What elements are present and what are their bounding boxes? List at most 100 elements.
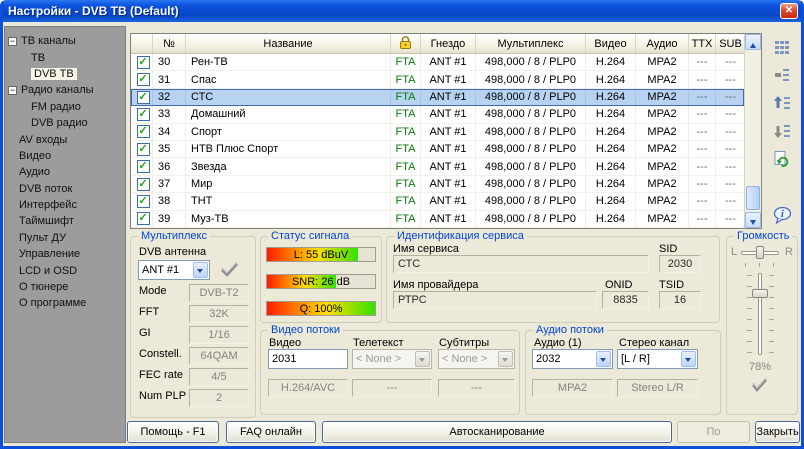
table-row[interactable]: ✓31СпасFTAANT #1498,000 / 8 / PLP0H.264M… <box>131 71 744 88</box>
channel-checkbox[interactable]: ✓ <box>137 160 150 173</box>
antenna-combobox[interactable]: ANT #1 <box>138 260 210 280</box>
audio-pid-combobox[interactable]: 2032 <box>532 349 613 369</box>
channel-list-icon[interactable] <box>771 36 793 58</box>
title-bar[interactable]: Настройки - DVB ТВ (Default) ✕ <box>0 0 804 22</box>
stereo-combobox[interactable]: [L / R] <box>617 349 698 369</box>
balance-slider-thumb[interactable] <box>756 246 764 259</box>
sidebar-item-label: Радио каналы <box>21 84 94 96</box>
column-header-mux[interactable]: Мультиплекс <box>476 34 586 53</box>
autoscan-button[interactable]: Автосканирование <box>322 421 672 443</box>
table-row[interactable]: ✓34СпортFTAANT #1498,000 / 8 / PLP0H.264… <box>131 124 744 141</box>
volume-apply-check-icon[interactable] <box>750 377 770 396</box>
antenna-apply-check-icon[interactable] <box>219 261 241 281</box>
sidebar-item[interactable]: FM радио <box>5 99 125 115</box>
cell-fta: FTA <box>391 211 421 227</box>
column-header-check[interactable] <box>131 34 153 53</box>
tree-expander-icon[interactable]: − <box>8 37 17 46</box>
sidebar-item[interactable]: Интерфейс <box>5 197 125 213</box>
close-button[interactable]: Закрыть <box>755 421 800 443</box>
column-header-video[interactable]: Видео <box>586 34 636 53</box>
channel-checkbox[interactable]: ✓ <box>137 212 150 225</box>
channel-checkbox[interactable]: ✓ <box>137 178 150 191</box>
cell-fta: FTA <box>391 54 421 70</box>
scroll-thumb[interactable] <box>746 186 760 210</box>
channel-checkbox[interactable]: ✓ <box>137 56 150 69</box>
column-header-name[interactable]: Название <box>186 34 391 53</box>
table-row[interactable]: ✓33ДомашнийFTAANT #1498,000 / 8 / PLP0H.… <box>131 106 744 123</box>
sidebar-item[interactable]: Пульт ДУ <box>5 230 125 246</box>
table-row[interactable]: ✓39Муз-ТВFTAANT #1498,000 / 8 / PLP0H.26… <box>131 211 744 228</box>
sidebar-item[interactable]: Видео <box>5 148 125 164</box>
tree-expander-icon[interactable]: − <box>8 86 17 95</box>
close-icon[interactable]: ✕ <box>780 3 798 19</box>
cell-sub: --- <box>716 141 744 157</box>
cell-num: 33 <box>153 106 186 122</box>
rescan-icon[interactable] <box>771 148 793 170</box>
faq-button[interactable]: FAQ онлайн <box>226 421 316 443</box>
channel-checkbox[interactable]: ✓ <box>137 143 150 156</box>
sidebar-item[interactable]: Таймшифт <box>5 213 125 229</box>
chevron-down-icon[interactable] <box>596 351 611 367</box>
help-button[interactable]: Помощь - F1 <box>127 421 219 443</box>
cell-socket: ANT #1 <box>421 176 476 192</box>
column-header-sub[interactable]: SUB <box>716 34 744 53</box>
column-header-num[interactable]: № <box>153 34 186 53</box>
move-down-icon[interactable] <box>771 120 793 142</box>
volume-slider[interactable] <box>758 273 762 355</box>
chevron-down-icon[interactable] <box>415 351 430 367</box>
scroll-track[interactable] <box>745 50 761 212</box>
stereo-value: [L / R] <box>621 353 650 365</box>
table-row[interactable]: ✓37МирFTAANT #1498,000 / 8 / PLP0H.264MP… <box>131 176 744 193</box>
scroll-down-icon[interactable] <box>745 212 761 228</box>
column-header-socket[interactable]: Гнездо <box>421 34 476 53</box>
sidebar-item[interactable]: Управление <box>5 246 125 262</box>
volume-slider-thumb[interactable] <box>752 289 768 298</box>
chevron-down-icon[interactable] <box>681 351 696 367</box>
sidebar-item[interactable]: Аудио <box>5 164 125 180</box>
table-row[interactable]: ✓32СТСFTAANT #1498,000 / 8 / PLP0H.264MP… <box>131 89 744 106</box>
table-row[interactable]: ✓36ЗвездаFTAANT #1498,000 / 8 / PLP0H.26… <box>131 158 744 175</box>
chevron-down-icon[interactable] <box>498 351 513 367</box>
channel-checkbox[interactable]: ✓ <box>137 195 150 208</box>
sidebar-item[interactable]: DVB поток <box>5 181 125 197</box>
channel-checkbox[interactable]: ✓ <box>137 73 150 86</box>
channel-checkbox[interactable]: ✓ <box>137 108 150 121</box>
sidebar-item[interactable]: −ТВ каналы <box>5 33 125 49</box>
column-header-fta[interactable] <box>391 34 421 53</box>
sidebar-item[interactable]: DVB ТВ <box>5 66 125 82</box>
cell-mux: 498,000 / 8 / PLP0 <box>476 106 586 122</box>
table-row[interactable]: ✓30Рен-ТВFTAANT #1498,000 / 8 / PLP0H.26… <box>131 54 744 71</box>
cell-audio: MPA2 <box>636 124 689 140</box>
sidebar-item-label: ТВ <box>31 52 45 64</box>
multiplex-field-label: Constell. <box>139 348 182 360</box>
chevron-down-icon[interactable] <box>193 262 208 278</box>
sid-label: SID <box>659 243 677 255</box>
sidebar-item[interactable]: О программе <box>5 295 125 311</box>
scroll-up-icon[interactable] <box>745 34 761 50</box>
remove-channel-icon[interactable] <box>771 64 793 86</box>
sidebar-item[interactable]: О тюнере <box>5 279 125 295</box>
table-row[interactable]: ✓38ТНТFTAANT #1498,000 / 8 / PLP0H.264MP… <box>131 193 744 210</box>
sidebar-item[interactable]: DVB радио <box>5 115 125 131</box>
cell-ttx: --- <box>689 124 716 140</box>
table-row[interactable]: ✓35НТВ Плюс СпортFTAANT #1498,000 / 8 / … <box>131 141 744 158</box>
cell-name: Спорт <box>186 124 391 140</box>
sidebar-item[interactable]: LCD и OSD <box>5 262 125 278</box>
channel-checkbox[interactable]: ✓ <box>137 125 150 138</box>
column-header-ttx[interactable]: TTX <box>689 34 716 53</box>
teletext-combobox[interactable]: < None > <box>352 349 432 369</box>
cell-fta: FTA <box>391 124 421 140</box>
subtitles-combobox[interactable]: < None > <box>438 349 515 369</box>
table-scrollbar[interactable] <box>744 34 761 228</box>
cell-sub: --- <box>716 158 744 174</box>
video-pid-input[interactable] <box>268 349 348 369</box>
sidebar-item[interactable]: ТВ <box>5 49 125 65</box>
sidebar-item[interactable]: −Радио каналы <box>5 82 125 98</box>
cell-name: Мир <box>186 176 391 192</box>
column-header-audio[interactable]: Аудио <box>636 34 689 53</box>
sidebar-item[interactable]: AV входы <box>5 131 125 147</box>
cell-mux: 498,000 / 8 / PLP0 <box>476 124 586 140</box>
move-up-icon[interactable] <box>771 92 793 114</box>
channel-checkbox[interactable]: ✓ <box>137 91 150 104</box>
info-icon[interactable]: i <box>771 204 793 226</box>
